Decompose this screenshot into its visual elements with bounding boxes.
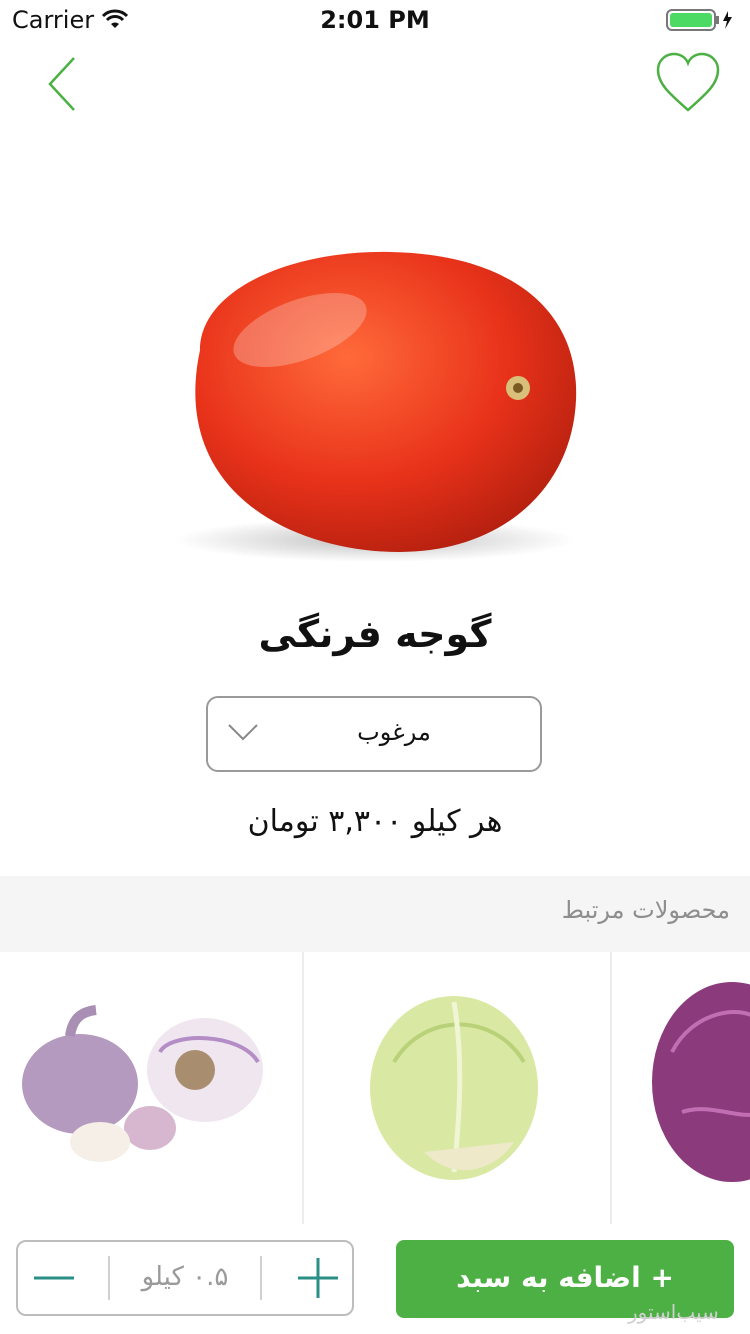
favorite-button[interactable] [650,50,726,118]
garlic-icon [22,1005,263,1162]
watermark: سیب‌استور [628,1300,719,1324]
red-cabbage-icon [652,982,750,1182]
related-item-white-cabbage[interactable] [304,952,610,1224]
minus-icon [34,1276,74,1280]
product-title: گوجه فرنگی [258,612,492,656]
plus-icon [298,1258,338,1298]
related-title: محصولات مرتبط [561,896,730,924]
decrease-button[interactable] [18,1242,108,1314]
related-item-garlic[interactable] [0,952,302,1224]
related-header: محصولات مرتبط [0,876,750,952]
clock: 2:01 PM [320,6,430,34]
related-item-red-cabbage[interactable] [612,952,750,1224]
battery-icon [666,8,736,36]
status-bar: Carrier 2:01 PM [0,0,750,40]
quantity-value: ۰.۵ کیلو [141,1262,229,1292]
increase-button[interactable] [262,1242,352,1314]
product-image [140,180,610,580]
chevron-left-icon [48,57,75,111]
heart-icon [656,52,720,112]
quantity-stepper: ۰.۵ کیلو [16,1240,354,1316]
back-button[interactable] [36,52,96,116]
cabbage-icon [370,996,538,1180]
related-products [0,952,750,1224]
chevron-down-icon [226,722,260,746]
price-label: هر کیلو ۳,۳۰۰ تومان [247,804,503,839]
grade-dropdown[interactable]: مرغوب [206,696,542,772]
